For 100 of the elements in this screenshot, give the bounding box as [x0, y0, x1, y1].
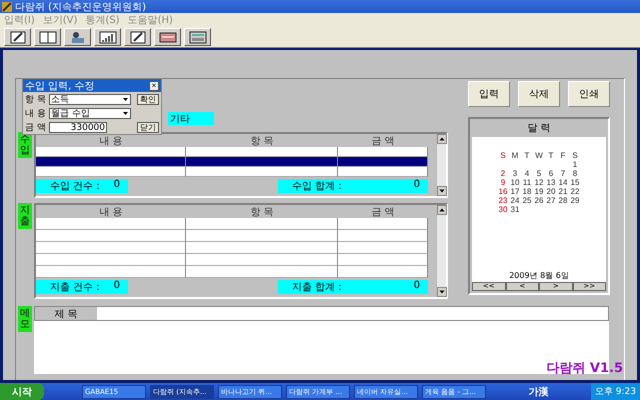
table-cell[interactable] — [186, 167, 338, 177]
calendar-day[interactable]: 29 — [569, 196, 581, 205]
scroll-bar[interactable] — [436, 134, 446, 196]
table-cell[interactable] — [186, 242, 338, 254]
calendar-day[interactable]: 30 — [497, 205, 509, 214]
toolbar-button[interactable] — [64, 28, 91, 46]
column-header: 금 액 — [370, 206, 396, 218]
pencil-icon — [128, 30, 146, 44]
table-cell[interactable] — [36, 167, 186, 177]
calendar-day[interactable]: 24 — [509, 196, 521, 205]
confirm-button[interactable]: 확인 — [137, 94, 159, 105]
calendar-day[interactable]: 21 — [557, 187, 569, 196]
weekday-label: T — [524, 151, 530, 160]
column-header: 내 용 — [98, 206, 124, 218]
column-header: 금 액 — [370, 135, 396, 147]
app-icon — [2, 2, 12, 12]
summary-field: 지출 합계 : 0 — [278, 280, 428, 294]
dialog-title: 수입 입력, 수정 — [25, 80, 95, 92]
dropdown-field[interactable]: 소득 — [49, 94, 131, 105]
table-cell[interactable] — [338, 230, 428, 242]
table-cell[interactable] — [36, 242, 186, 254]
table-cell[interactable] — [186, 266, 338, 278]
toolbar-button[interactable] — [184, 28, 211, 46]
calendar-day[interactable]: 6 — [545, 169, 557, 178]
table-cell[interactable] — [186, 254, 338, 266]
calendar-day[interactable]: 15 — [569, 178, 581, 187]
table-cell[interactable] — [36, 254, 186, 266]
selected-date: 2009년 8월 6일 — [509, 270, 569, 282]
calendar-day[interactable]: 22 — [569, 187, 581, 196]
toolbar-button[interactable] — [124, 28, 151, 46]
start-button[interactable]: 시작 — [0, 383, 44, 400]
category-field: 기타 — [168, 112, 214, 125]
table-cell[interactable] — [186, 230, 338, 242]
table-cell[interactable] — [36, 157, 186, 167]
action-button[interactable]: 입력 — [468, 81, 510, 107]
calendar-day[interactable]: 4 — [521, 169, 533, 178]
table-cell[interactable] — [338, 266, 428, 278]
table-cell[interactable] — [338, 167, 428, 177]
field-label: 금 액 — [25, 122, 47, 134]
scroll-bar[interactable] — [436, 205, 446, 297]
summary-field: 지출 건수 : 0 — [36, 280, 128, 294]
pencil-icon — [8, 30, 26, 44]
summary-field: 수입 건수 : 0 — [36, 179, 128, 193]
window-title: 다람쥐 (지속추진운영위원회) — [15, 0, 146, 14]
weekday-label: W — [534, 151, 544, 160]
calendar-day[interactable]: 27 — [545, 196, 557, 205]
calendar-day[interactable]: 18 — [521, 187, 533, 196]
calendar-day[interactable]: 19 — [533, 187, 545, 196]
calendar-day[interactable]: 1 — [569, 160, 581, 169]
table-cell[interactable] — [36, 147, 186, 157]
calendar-day[interactable]: 23 — [497, 196, 509, 205]
calendar-day[interactable]: 26 — [533, 196, 545, 205]
table-cell[interactable] — [36, 218, 186, 230]
calendar-day[interactable]: 17 — [509, 187, 521, 196]
dropdown-field[interactable]: 월급 수입 — [49, 108, 131, 119]
calendar-day[interactable]: 28 — [557, 196, 569, 205]
screen-icon — [158, 30, 176, 44]
input-field[interactable]: 330000 — [49, 122, 107, 133]
action-button[interactable]: 삭제 — [518, 81, 560, 107]
calendar-day[interactable]: 16 — [497, 187, 509, 196]
column-header: 항 목 — [249, 206, 275, 218]
calendar-day[interactable]: 20 — [545, 187, 557, 196]
calendar-day[interactable]: 11 — [521, 178, 533, 187]
calendar-day[interactable]: 12 — [533, 178, 545, 187]
ime-indicator[interactable]: 가漢 — [528, 384, 548, 398]
toolbar-button[interactable] — [154, 28, 181, 46]
table-cell[interactable] — [36, 266, 186, 278]
calendar-day[interactable]: 14 — [557, 178, 569, 187]
calendar-day[interactable]: 5 — [533, 169, 545, 178]
calendar-day[interactable]: 8 — [569, 169, 581, 178]
weekday-label: T — [548, 151, 554, 160]
calendar-day[interactable]: 25 — [521, 196, 533, 205]
table-cell[interactable] — [338, 242, 428, 254]
calendar-day[interactable]: 31 — [509, 205, 521, 214]
table-cell[interactable] — [186, 147, 338, 157]
version-label: 다람쥐 V1.5 — [546, 360, 623, 377]
table-cell[interactable] — [338, 157, 428, 167]
action-button[interactable]: 인쇄 — [568, 81, 610, 107]
table-cell[interactable] — [186, 218, 338, 230]
table-cell[interactable] — [186, 157, 338, 167]
calendar-day[interactable]: 10 — [509, 178, 521, 187]
calendar-day[interactable]: 3 — [509, 169, 521, 178]
book-icon — [38, 30, 56, 44]
close-dialog-button[interactable]: 닫기 — [137, 122, 159, 133]
weekday-label: M — [510, 151, 520, 160]
field-label: 항 목 — [25, 94, 47, 106]
table-cell[interactable] — [338, 254, 428, 266]
calendar-day[interactable]: 9 — [497, 178, 509, 187]
table-cell[interactable] — [36, 230, 186, 242]
calendar-day[interactable]: 13 — [545, 178, 557, 187]
toolbar-button[interactable] — [94, 28, 121, 46]
summary-field: 수입 합계 : 0 — [278, 179, 428, 193]
calendar-title: 달 력 — [526, 122, 552, 136]
calendar-day[interactable]: 2 — [497, 169, 509, 178]
toolbar-button[interactable] — [4, 28, 31, 46]
close-button[interactable]: × — [149, 80, 159, 90]
calendar-day[interactable]: 7 — [557, 169, 569, 178]
table-cell[interactable] — [338, 218, 428, 230]
table-cell[interactable] — [338, 147, 428, 157]
toolbar-button[interactable] — [34, 28, 61, 46]
